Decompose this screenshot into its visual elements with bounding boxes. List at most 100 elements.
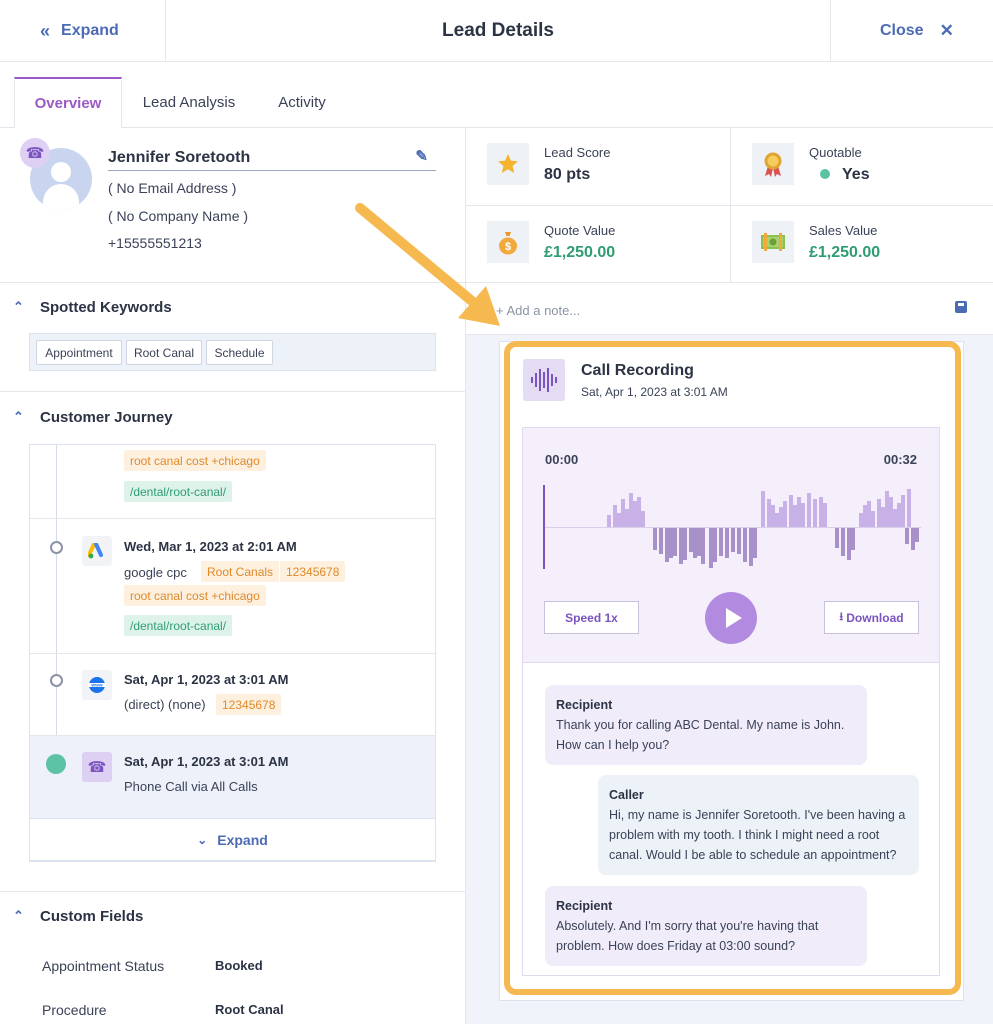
stat-label: Lead Score [544,145,611,160]
stat-lead-score: Lead Score 80 pts [466,128,729,205]
tab-activity[interactable]: Activity [258,77,346,128]
stat-value: 80 pts [544,166,591,183]
speaker-label: Recipient [556,698,613,712]
phone-icon: ☎ [20,138,50,168]
journey-entry: Wed, Mar 1, 2023 at 2:01 AM google cpc R… [30,519,435,654]
message-text: Hi, my name is Jennifer Soretooth. I've … [609,808,906,862]
journey-tag: 12345678 [216,694,282,715]
keyword-tag: Schedule [206,340,273,365]
edit-icon[interactable]: ✎ [415,147,428,165]
lead-email: ( No Email Address ) [108,180,237,196]
recording-title: Call Recording [581,362,694,379]
journey-url: /dental/root-canal/ [124,481,233,502]
speed-button[interactable]: Speed 1x [544,601,639,634]
quotable-value: Yes [842,166,870,183]
audio-wave-icon [523,359,565,401]
stat-value: £1,250.00 [809,244,881,261]
journey-expand-label: Expand [217,831,268,848]
timeline-dot [50,541,63,554]
custom-field-label: Appointment Status [42,958,165,974]
transcript[interactable]: Recipient Thank you for calling ABC Dent… [522,663,940,976]
stat-sales-value: Sales Value £1,250.00 [731,206,993,283]
custom-field-value: Booked [215,958,263,973]
stat-value: £1,250.00 [544,244,616,261]
journey-entry-active: ☎ Sat, Apr 1, 2023 at 3:01 AM Phone Call… [30,736,435,819]
chevron-up-icon: ⌃ [13,409,24,424]
play-button[interactable] [705,592,757,644]
waveform[interactable] [523,428,941,588]
keyword-tag: Root Canal [126,340,202,365]
chevron-up-icon: ⌃ [13,908,24,923]
custom-field-label: Procedure [42,1002,107,1018]
lead-company: ( No Company Name ) [108,208,249,224]
customer-journey-header[interactable]: ⌃ Customer Journey [0,393,466,441]
close-label: Close [880,22,924,39]
header: « Expand Lead Details Close ✕ [0,0,993,62]
spotted-keywords-title: Spotted Keywords [40,298,172,316]
stat-value: Yes [809,166,870,184]
speaker-label: Recipient [556,899,613,913]
customer-journey-title: Customer Journey [40,408,173,426]
journey-source: (direct) (none) [124,697,206,712]
journey-entry: root canal cost +chicago /dental/root-ca… [30,445,435,519]
message-text: Thank you for calling ABC Dental. My nam… [556,718,845,752]
double-chevron-left-icon: « [40,20,50,41]
expand-button[interactable]: « Expand [0,0,166,62]
left-panel: ☎ Jennifer Soretooth ✎ ( No Email Addres… [0,128,466,1024]
lead-name[interactable]: Jennifer Soretooth ✎ [108,147,436,171]
stat-label: Quote Value [544,223,616,238]
journey-source: google cpc [124,565,187,580]
stat-label: Sales Value [809,223,878,238]
keywords-list: Appointment Root Canal Schedule [29,333,436,371]
close-button[interactable]: Close ✕ [830,0,993,62]
timeline-dot [50,674,63,687]
journey-url: /dental/root-canal/ [124,615,233,636]
cash-icon [752,221,794,263]
audio-player: 00:00 00:32 Speed 1x ⭳ Download [522,427,940,663]
award-icon [752,143,794,185]
stats-grid: Lead Score 80 pts Quotable Yes $ Quote V… [466,128,993,283]
star-icon [487,143,529,185]
journey-entry: WWW Sat, Apr 1, 2023 at 3:01 AM (direct)… [30,654,435,736]
money-bag-icon: $ [487,221,529,263]
svg-text:$: $ [505,241,511,253]
journey-tag: root canal cost +chicago [124,450,266,471]
expand-label: Expand [61,22,119,39]
tab-lead-analysis[interactable]: Lead Analysis [130,77,248,128]
download-button[interactable]: ⭳ Download [824,601,919,634]
custom-fields-title: Custom Fields [40,907,144,925]
stat-quote-value: $ Quote Value £1,250.00 [466,206,729,283]
transcript-message: Recipient Absolutely. And I'm sorry that… [545,886,867,966]
note-input[interactable]: + Add a note... [466,283,993,335]
journey-source: Phone Call via All Calls [124,779,258,794]
recording-date: Sat, Apr 1, 2023 at 3:01 AM [581,385,728,399]
page-title: Lead Details [442,20,554,41]
journey-date: Sat, Apr 1, 2023 at 3:01 AM [124,672,289,687]
journey-date: Wed, Mar 1, 2023 at 2:01 AM [124,539,297,554]
download-label: Download [846,610,904,625]
right-panel: Lead Score 80 pts Quotable Yes $ Quote V… [466,128,993,1024]
tab-bar: Overview Lead Analysis Activity [0,62,993,129]
transcript-message: Caller Hi, my name is Jennifer Soretooth… [598,775,919,875]
status-dot [820,169,830,179]
double-chevron-down-icon: ⌄ [197,832,208,847]
journey-expand-button[interactable]: ⌄ Expand [29,818,436,861]
custom-fields-header[interactable]: ⌃ Custom Fields [0,892,466,940]
customer-journey-list[interactable]: root canal cost +chicago /dental/root-ca… [29,444,436,862]
journey-tag: root canal cost +chicago [124,585,266,606]
lead-phone: +15555551213 [108,235,202,251]
stat-label: Quotable [809,145,862,160]
download-icon: ⭳ [839,611,844,623]
custom-field-value: Root Canal [215,1002,284,1017]
profile-section: ☎ Jennifer Soretooth ✎ ( No Email Addres… [0,128,466,283]
save-icon[interactable] [955,301,967,313]
keyword-tag: Appointment [36,340,122,365]
lead-name-text: Jennifer Soretooth [108,149,251,166]
close-icon: ✕ [939,21,954,40]
stat-quotable: Quotable Yes [731,128,993,205]
tab-overview[interactable]: Overview [14,77,122,129]
svg-text:WWW: WWW [91,682,103,687]
journey-tag: 12345678 [280,561,346,582]
spotted-keywords-header[interactable]: ⌃ Spotted Keywords [0,283,466,331]
google-ads-icon [82,536,112,566]
